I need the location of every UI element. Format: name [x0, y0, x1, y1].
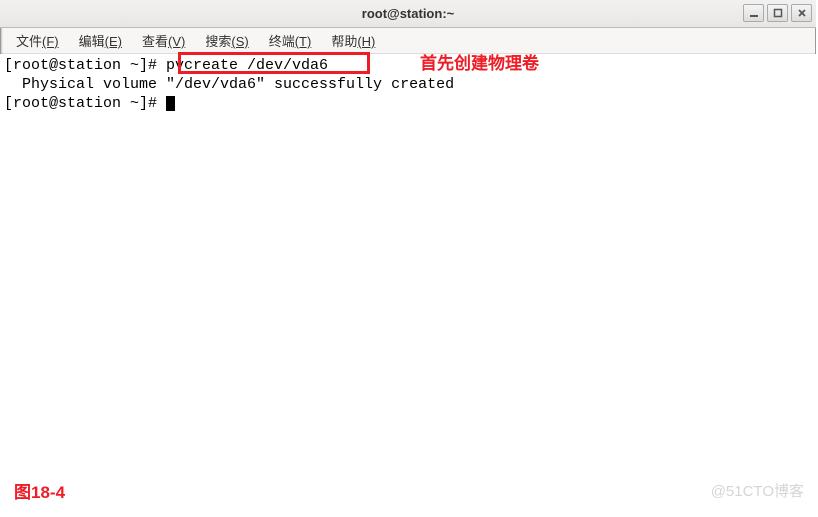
figure-label: 图18-4 — [14, 478, 65, 503]
close-icon — [797, 8, 807, 18]
shell-prompt: [root@station ~]# — [4, 57, 166, 74]
maximize-icon — [773, 8, 783, 18]
shell-prompt: [root@station ~]# — [4, 95, 166, 112]
terminal-line: [root@station ~]# pvcreate /dev/vda6 — [4, 56, 812, 75]
window-controls — [743, 4, 812, 22]
annotation-callout: 首先创建物理卷 — [420, 54, 539, 73]
maximize-button[interactable] — [767, 4, 788, 22]
terminal-output[interactable]: [root@station ~]# pvcreate /dev/vda6 Phy… — [0, 54, 816, 507]
close-button[interactable] — [791, 4, 812, 22]
window-title: root@station:~ — [362, 6, 454, 21]
watermark: @51CTO博客 — [711, 480, 804, 501]
terminal-line: Physical volume "/dev/vda6" successfully… — [4, 75, 812, 94]
window-titlebar: root@station:~ — [0, 0, 816, 28]
terminal-line: [root@station ~]# — [4, 94, 812, 113]
shell-command: pvcreate /dev/vda6 — [166, 57, 328, 74]
terminal-cursor — [166, 96, 175, 111]
minimize-icon — [749, 8, 759, 18]
minimize-button[interactable] — [743, 4, 764, 22]
